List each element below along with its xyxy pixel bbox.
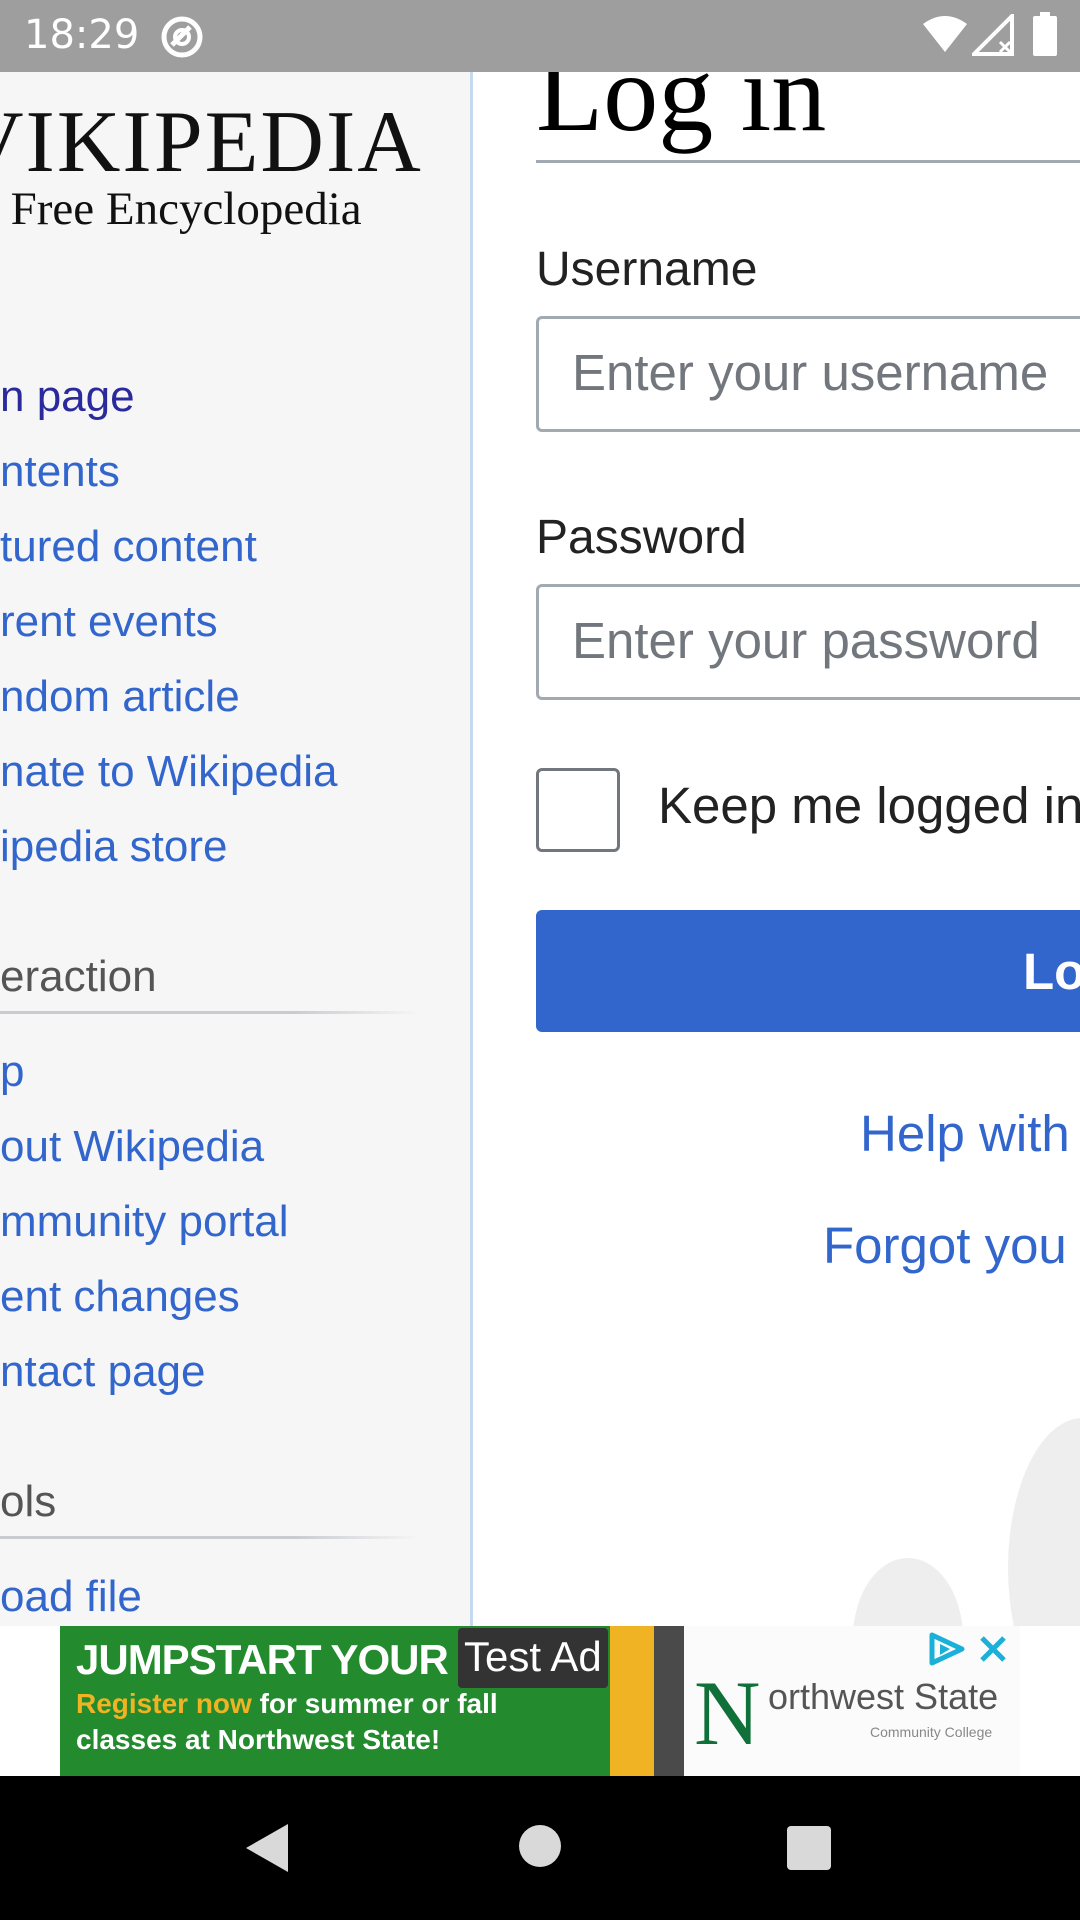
sidebar-item-main-page[interactable]: n page xyxy=(0,372,135,422)
ad-banner[interactable]: JUMPSTART YOUR F Register now for summer… xyxy=(60,1626,1020,1776)
signal-icon xyxy=(969,11,1016,61)
help-with-login-link[interactable]: Help with xyxy=(860,1104,1070,1163)
section-divider xyxy=(0,1011,420,1014)
background-illustration xyxy=(853,1558,963,1626)
ad-grey-stripe xyxy=(654,1626,684,1776)
home-icon[interactable] xyxy=(518,1824,562,1873)
wikipedia-logo-wordmark[interactable]: VIKIPEDIA xyxy=(0,92,423,193)
page-title: Log in xyxy=(536,72,827,154)
ad-body-line1: Register now for summer or fall xyxy=(76,1688,498,1720)
password-label: Password xyxy=(536,511,747,564)
screen: 18:29 VIKIPEDIA e Free Encyclopedia n pa… xyxy=(0,0,1080,1920)
sidebar-item-store[interactable]: ipedia store xyxy=(0,822,227,872)
password-input[interactable]: Enter your password xyxy=(536,584,1080,700)
ad-area: JUMPSTART YOUR F Register now for summer… xyxy=(0,1626,1080,1776)
back-icon[interactable] xyxy=(244,1822,290,1879)
keep-logged-in-label[interactable]: Keep me logged in xyxy=(658,776,1080,835)
system-navigation-bar xyxy=(0,1776,1080,1920)
section-divider xyxy=(0,1536,420,1539)
sidebar-item-random-article[interactable]: ndom article xyxy=(0,672,240,722)
sidebar-item-about[interactable]: out Wikipedia xyxy=(0,1122,264,1172)
ad-yellow-stripe xyxy=(610,1626,654,1776)
wikipedia-logo-tagline: e Free Encyclopedia xyxy=(0,183,362,235)
keep-logged-in-checkbox[interactable] xyxy=(536,768,620,852)
advertiser-logo: N xyxy=(694,1662,761,1764)
wifi-icon xyxy=(922,14,968,59)
login-button-label: Lo xyxy=(1023,943,1080,1000)
status-bar: 18:29 xyxy=(0,0,1080,72)
sidebar-heading-tools: ols xyxy=(0,1477,57,1526)
ad-body-line1-rest: for summer or fall xyxy=(251,1688,498,1719)
sidebar-drawer: VIKIPEDIA e Free Encyclopedia n page nte… xyxy=(0,72,470,1626)
ad-body-line2: classes at Northwest State! xyxy=(76,1724,441,1755)
sidebar-item-contact-page[interactable]: ntact page xyxy=(0,1347,206,1397)
status-time: 18:29 xyxy=(24,12,140,58)
ad-headline: JUMPSTART YOUR F xyxy=(76,1636,484,1683)
advertiser-subtitle: Community College xyxy=(870,1724,993,1740)
username-label: Username xyxy=(536,243,758,296)
adchoices-icon[interactable] xyxy=(928,1632,966,1671)
sidebar-item-contents[interactable]: ntents xyxy=(0,447,120,497)
background-illustration xyxy=(1008,1418,1080,1626)
sidebar-item-recent-changes[interactable]: ent changes xyxy=(0,1272,240,1322)
sidebar-item-upload-file[interactable]: oad file xyxy=(0,1572,142,1622)
test-ad-badge: Test Ad xyxy=(458,1628,608,1688)
title-divider xyxy=(536,160,1080,163)
battery-icon xyxy=(1032,12,1058,61)
sidebar-item-donate[interactable]: nate to Wikipedia xyxy=(0,747,338,797)
ad-close-icon[interactable] xyxy=(978,1634,1008,1669)
forgot-password-link[interactable]: Forgot you xyxy=(823,1216,1067,1275)
login-panel: Log in Username Enter your username Pass… xyxy=(473,72,1080,1626)
sidebar-item-current-events[interactable]: rent events xyxy=(0,597,218,647)
sidebar-item-help[interactable]: p xyxy=(0,1047,24,1097)
login-button[interactable]: Lo xyxy=(536,910,1080,1032)
sidebar-item-community-portal[interactable]: mmunity portal xyxy=(0,1197,289,1247)
username-input[interactable]: Enter your username xyxy=(536,316,1080,432)
sidebar-item-featured-content[interactable]: tured content xyxy=(0,522,257,572)
sync-icon xyxy=(160,15,204,64)
advertiser-name: orthwest State xyxy=(768,1676,999,1717)
recents-icon[interactable] xyxy=(786,1826,832,1875)
ad-register-highlight: Register now xyxy=(76,1688,252,1719)
sidebar-heading-interaction: eraction xyxy=(0,952,157,1001)
